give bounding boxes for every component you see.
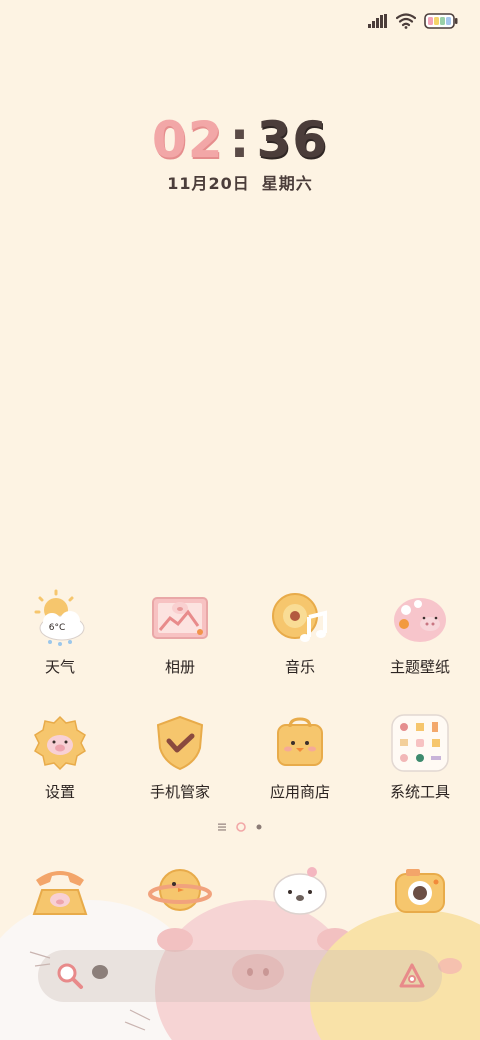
weather-icon: 6°C (28, 586, 92, 650)
system-tools-icon (388, 711, 452, 775)
app-label: 主题壁纸 (389, 658, 450, 676)
phone-icon (28, 858, 92, 922)
page-dot (256, 824, 262, 830)
app-gallery[interactable]: 相册 (120, 586, 240, 677)
app-themes[interactable]: 主题壁纸 (360, 586, 480, 677)
clock-date-line: 11月20日 星期六 (0, 170, 480, 194)
themes-icon (388, 586, 452, 650)
app-store[interactable]: 应用商店 (240, 711, 360, 802)
app-row-2: 设置 手机管家 应用商店 系统工具 (0, 711, 480, 802)
clock-hour: 02 (151, 111, 224, 169)
battery-icon (424, 13, 458, 29)
app-weather[interactable]: 6°C 天气 (0, 586, 120, 677)
app-label: 设置 (44, 783, 75, 801)
page-indicator-menu-icon (218, 823, 226, 831)
app-security[interactable]: 手机管家 (120, 711, 240, 802)
wifi-icon (396, 13, 416, 29)
app-system-tools[interactable]: 系统工具 (360, 711, 480, 802)
clock-time: 02:36 (0, 112, 480, 168)
planet-browser-icon (148, 858, 212, 922)
app-label: 应用商店 (269, 783, 330, 801)
dock-camera[interactable] (360, 858, 480, 922)
status-bar (368, 10, 458, 32)
app-row-1: 6°C 天气 相册 音乐 主题壁纸 (0, 586, 480, 677)
dock-browser[interactable] (120, 858, 240, 922)
cellular-signal-icon (368, 14, 387, 28)
clock-separator: : (229, 111, 251, 169)
gallery-icon (148, 586, 212, 650)
app-label: 音乐 (284, 658, 315, 676)
app-music[interactable]: 音乐 (240, 586, 360, 677)
clock-date: 11月20日 (167, 174, 250, 193)
music-icon (268, 586, 332, 650)
settings-icon (28, 711, 92, 775)
assistant-icon[interactable] (398, 962, 426, 990)
security-icon (148, 711, 212, 775)
camera-icon (388, 858, 452, 922)
weather-temperature: 6°C (49, 623, 66, 633)
dock (0, 858, 480, 922)
app-label: 手机管家 (149, 783, 210, 801)
clock-minute: 36 (256, 111, 329, 169)
search-icon[interactable] (56, 962, 84, 990)
clock-weekday: 星期六 (261, 174, 313, 193)
app-settings[interactable]: 设置 (0, 711, 120, 802)
dock-messages[interactable] (240, 858, 360, 922)
app-label: 天气 (44, 658, 75, 676)
page-indicator[interactable] (0, 822, 480, 832)
search-bar[interactable] (38, 950, 442, 1002)
app-label: 系统工具 (389, 783, 450, 801)
seal-messages-icon (268, 858, 332, 922)
page-dot-current (236, 822, 246, 832)
app-label: 相册 (164, 658, 195, 676)
app-store-icon (268, 711, 332, 775)
dock-phone[interactable] (0, 858, 120, 922)
clock-widget[interactable]: 02:36 11月20日 星期六 (0, 112, 480, 194)
